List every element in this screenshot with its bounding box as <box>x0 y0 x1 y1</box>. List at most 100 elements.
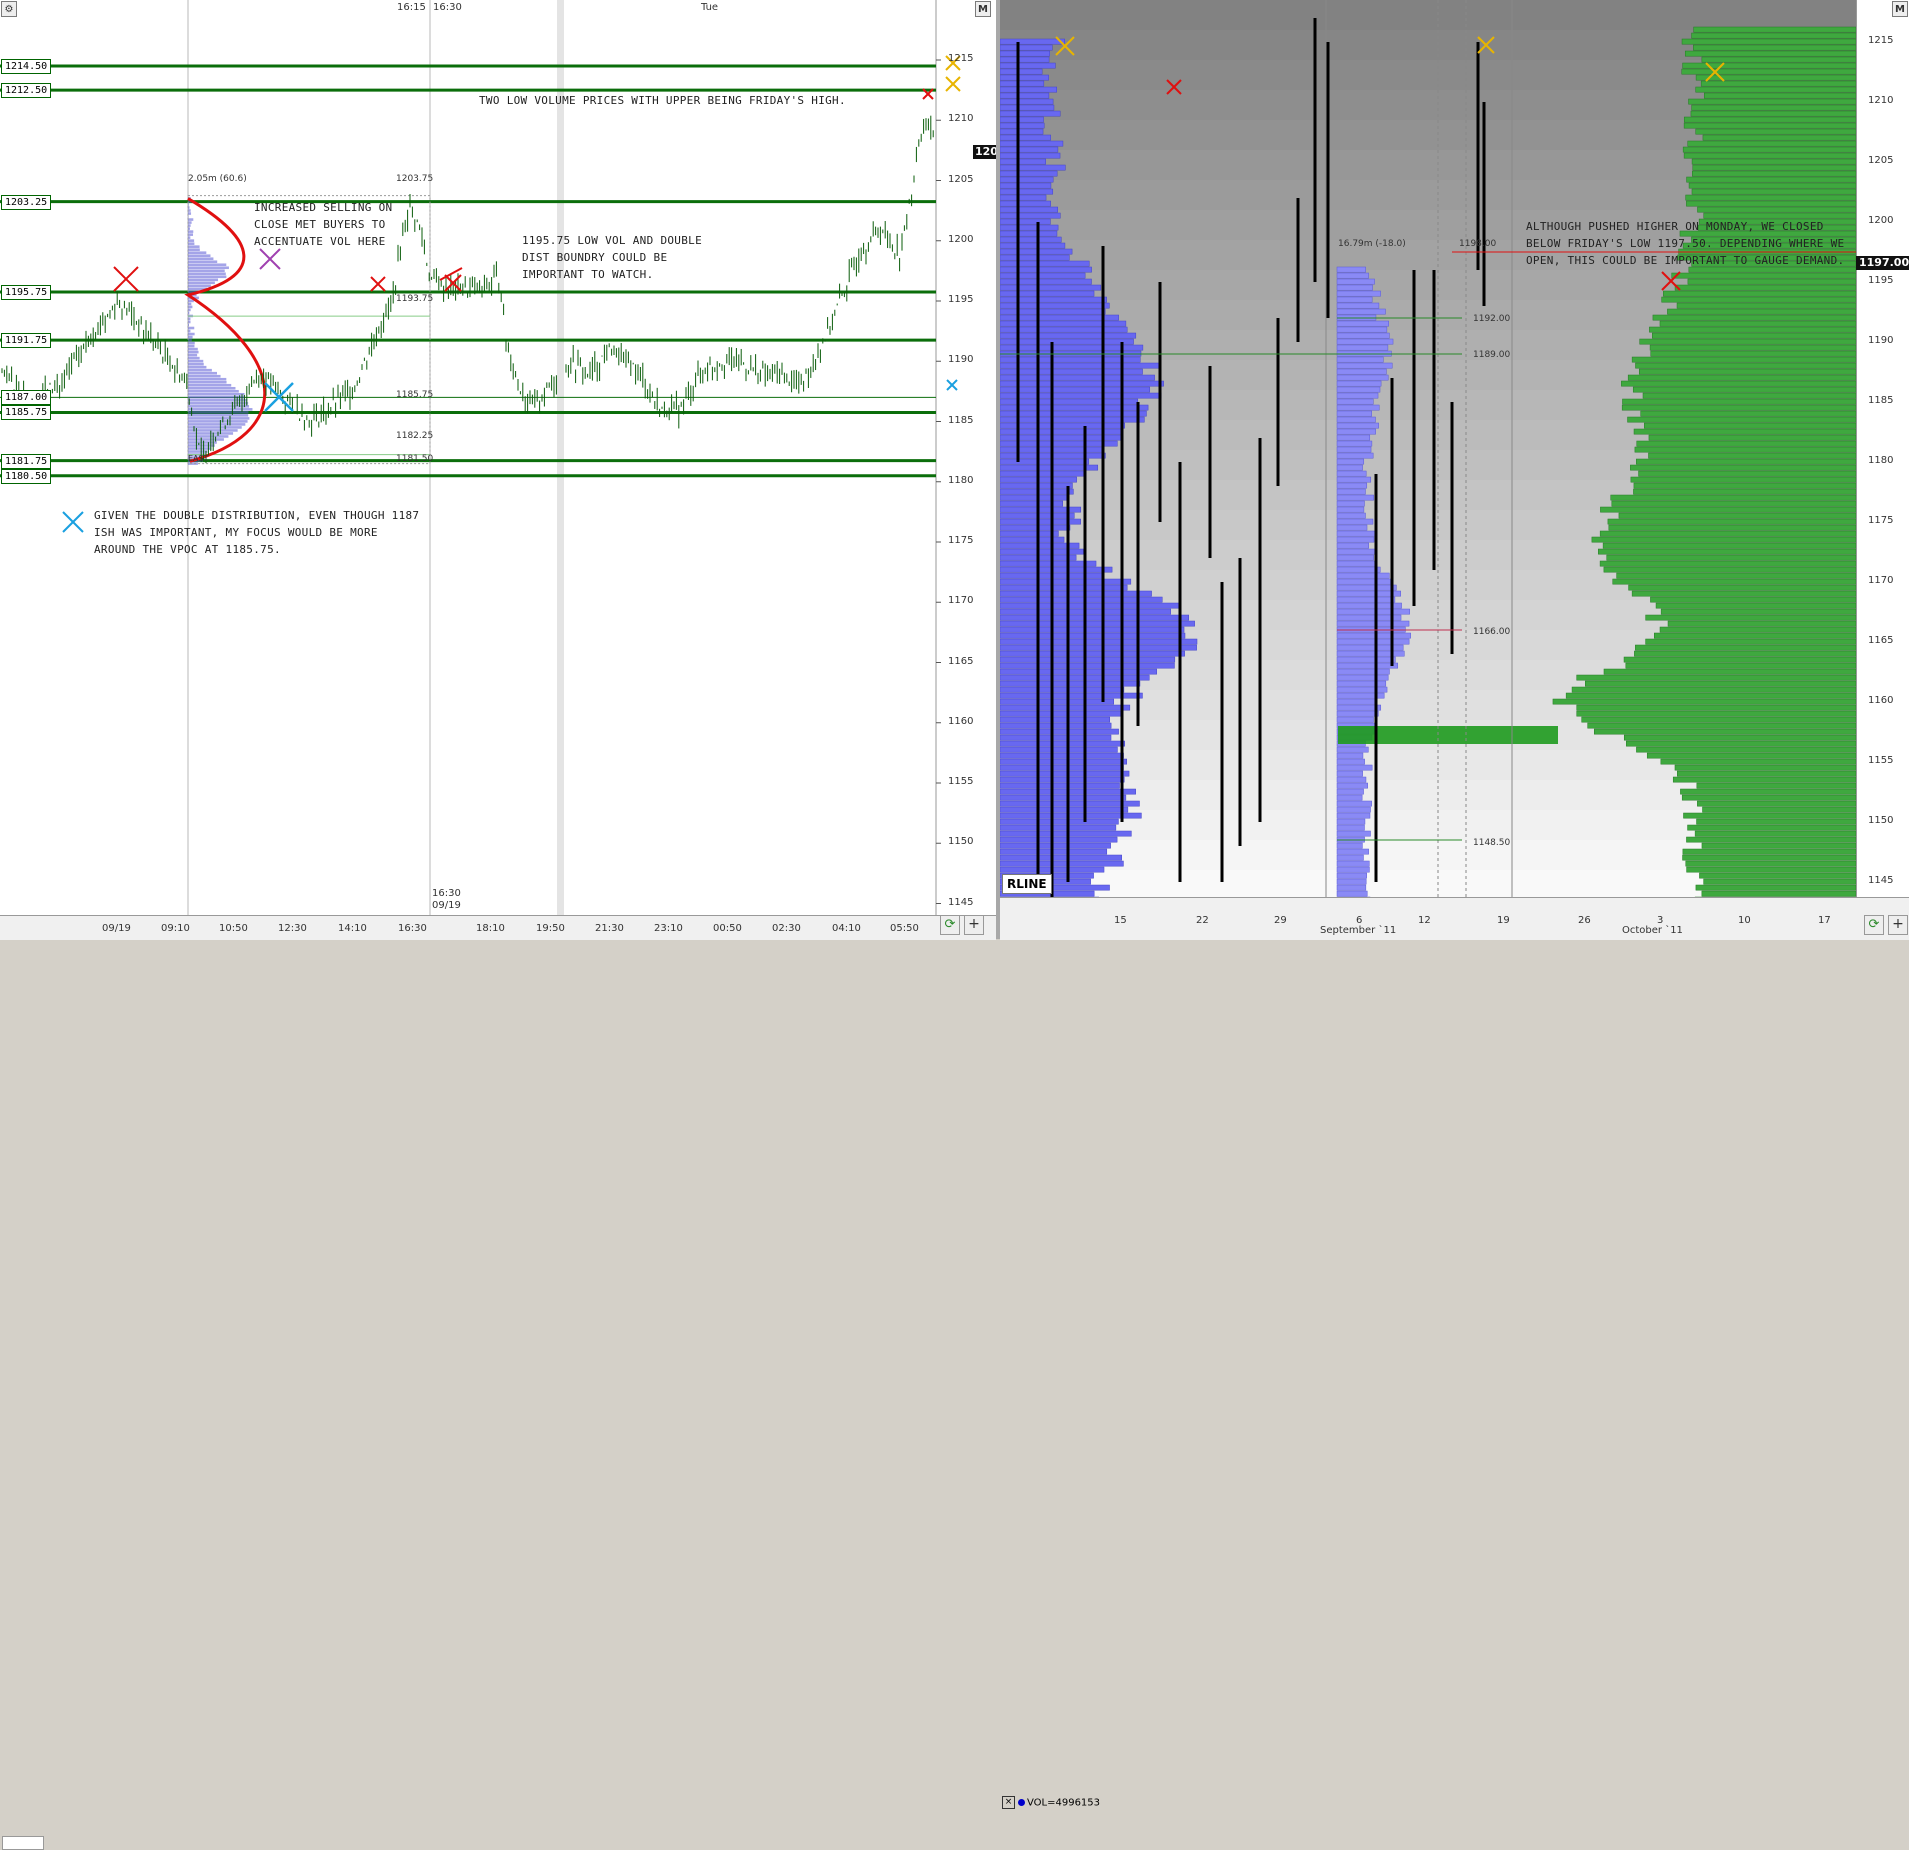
profile-bar <box>188 429 238 432</box>
maximize-icon[interactable]: M <box>1892 1 1908 17</box>
blue-profile-bar <box>1000 129 1043 134</box>
profile-bar <box>188 266 229 269</box>
mid-profile-bar <box>1337 759 1365 764</box>
blue-profile-bar <box>1000 621 1195 626</box>
mid-profile-bar <box>1337 363 1392 368</box>
price-tick-label: 1190 <box>948 354 973 365</box>
blue-profile-bar <box>1000 801 1139 806</box>
green-profile-bar <box>1585 681 1856 686</box>
profile-bar <box>188 441 217 444</box>
right-price-tick-label: 1145 <box>1868 875 1893 886</box>
blue-profile-bar <box>1000 531 1058 536</box>
profile-bar <box>188 239 194 242</box>
blue-profile-bar <box>1000 363 1160 368</box>
blue-profile-bar <box>1000 741 1125 746</box>
right-profile-label-e: 1148.50 <box>1473 838 1510 848</box>
green-profile-bar <box>1619 513 1856 518</box>
add-chart-button[interactable]: + <box>1888 915 1908 935</box>
green-profile-bar <box>1636 459 1856 464</box>
daily-profile-canvas[interactable] <box>1000 0 1856 897</box>
green-profile-bar <box>1626 741 1856 746</box>
mid-profile-bar <box>1337 489 1365 494</box>
blue-profile-bar <box>1000 339 1134 344</box>
mid-profile-bar <box>1337 549 1375 554</box>
mid-profile-bar <box>1337 861 1369 866</box>
blue-profile-bar <box>1000 51 1050 56</box>
profile-bar <box>188 450 207 453</box>
right-price-tick-label: 1185 <box>1868 395 1893 406</box>
mid-profile-bar <box>1337 855 1363 860</box>
price-tick-label: 1180 <box>948 475 973 486</box>
green-profile-bar <box>1577 675 1856 680</box>
blue-profile-bar <box>1000 135 1051 140</box>
blue-profile-bar <box>1000 579 1131 584</box>
close-icon[interactable]: × <box>1002 1796 1015 1809</box>
blue-profile-bar <box>1000 291 1094 296</box>
green-profile-bar <box>1677 771 1856 776</box>
mid-profile-bar <box>1337 405 1379 410</box>
profile-bar <box>188 221 192 224</box>
daily-profile-panel[interactable]: M 12151210120512001195119011851180117511… <box>1000 0 1909 939</box>
blue-profile-bar <box>1000 45 1052 50</box>
intraday-chart-panel[interactable]: ⚙ M 16:15 16:30 Tue 1214.501212.501203.2… <box>0 0 997 939</box>
green-profile-bar <box>1632 591 1856 596</box>
green-profile-bar <box>1651 351 1856 356</box>
green-profile-bar <box>1686 201 1856 206</box>
right-price-tick-label: 1160 <box>1868 695 1893 706</box>
mid-profile-bar <box>1337 441 1372 446</box>
level-label: 1214.50 <box>1 59 51 74</box>
profile-bar <box>188 363 204 366</box>
price-tick-label: 1170 <box>948 595 973 606</box>
mid-profile-bar <box>1337 285 1373 290</box>
blue-profile-bar <box>1000 387 1150 392</box>
green-profile-bar <box>1582 717 1856 722</box>
right-time-tick-label: 10 <box>1738 915 1751 926</box>
green-profile-bar <box>1697 783 1856 788</box>
blue-profile-bar <box>1000 825 1116 830</box>
mid-profile-bar <box>1337 891 1367 896</box>
mid-profile-bar <box>1337 309 1385 314</box>
mid-profile-bar <box>1337 801 1372 806</box>
blue-profile-bar <box>1000 591 1152 596</box>
mid-profile-bar <box>1337 435 1370 440</box>
blue-profile-bar <box>1000 651 1185 656</box>
time-tick-label: 21:30 <box>595 923 624 934</box>
green-profile-bar <box>1612 501 1856 506</box>
mid-profile-bar <box>1337 789 1364 794</box>
add-chart-button[interactable]: + <box>964 915 984 935</box>
green-profile-bar <box>1688 825 1856 830</box>
mid-profile-bar <box>1337 639 1409 644</box>
green-profile-bar <box>1600 531 1856 536</box>
mid-profile-bar <box>1337 555 1374 560</box>
level-label: 1180.50 <box>1 469 51 484</box>
refresh-icon[interactable]: ⟳ <box>1864 915 1884 935</box>
time-tick-label: 18:10 <box>476 923 505 934</box>
green-profile-bar <box>1675 765 1856 770</box>
rline-indicator-tag[interactable]: RLINE <box>1002 874 1052 894</box>
green-profile-bar <box>1617 573 1856 578</box>
app-logo-icon[interactable]: ⚙ <box>1 1 17 17</box>
mid-profile-bar <box>1337 321 1389 326</box>
mid-profile-bar <box>1337 303 1379 308</box>
green-profile-bar <box>1692 171 1856 176</box>
mid-profile-bar <box>1337 513 1365 518</box>
blue-profile-bar <box>1000 201 1051 206</box>
mid-profile-bar <box>1337 537 1374 542</box>
blue-profile-bar <box>1000 471 1086 476</box>
refresh-icon[interactable]: ⟳ <box>940 915 960 935</box>
green-profile-bar <box>1600 561 1856 566</box>
intraday-chart-canvas[interactable] <box>0 0 996 915</box>
green-profile-bar <box>1628 417 1856 422</box>
green-profile-bar <box>1648 453 1856 458</box>
time-scrollbar[interactable] <box>2 1836 44 1850</box>
green-profile-bar <box>1653 315 1856 320</box>
blue-profile-bar <box>1000 729 1119 734</box>
profile-bar <box>188 420 248 423</box>
time-tick-label: 00:50 <box>713 923 742 934</box>
mid-profile-bar <box>1337 543 1369 548</box>
blue-profile-bar <box>1000 585 1127 590</box>
profile-bar <box>188 396 245 399</box>
profile-bar <box>188 354 197 357</box>
maximize-icon[interactable]: M <box>975 1 991 17</box>
blue-profile-bar <box>1000 765 1124 770</box>
